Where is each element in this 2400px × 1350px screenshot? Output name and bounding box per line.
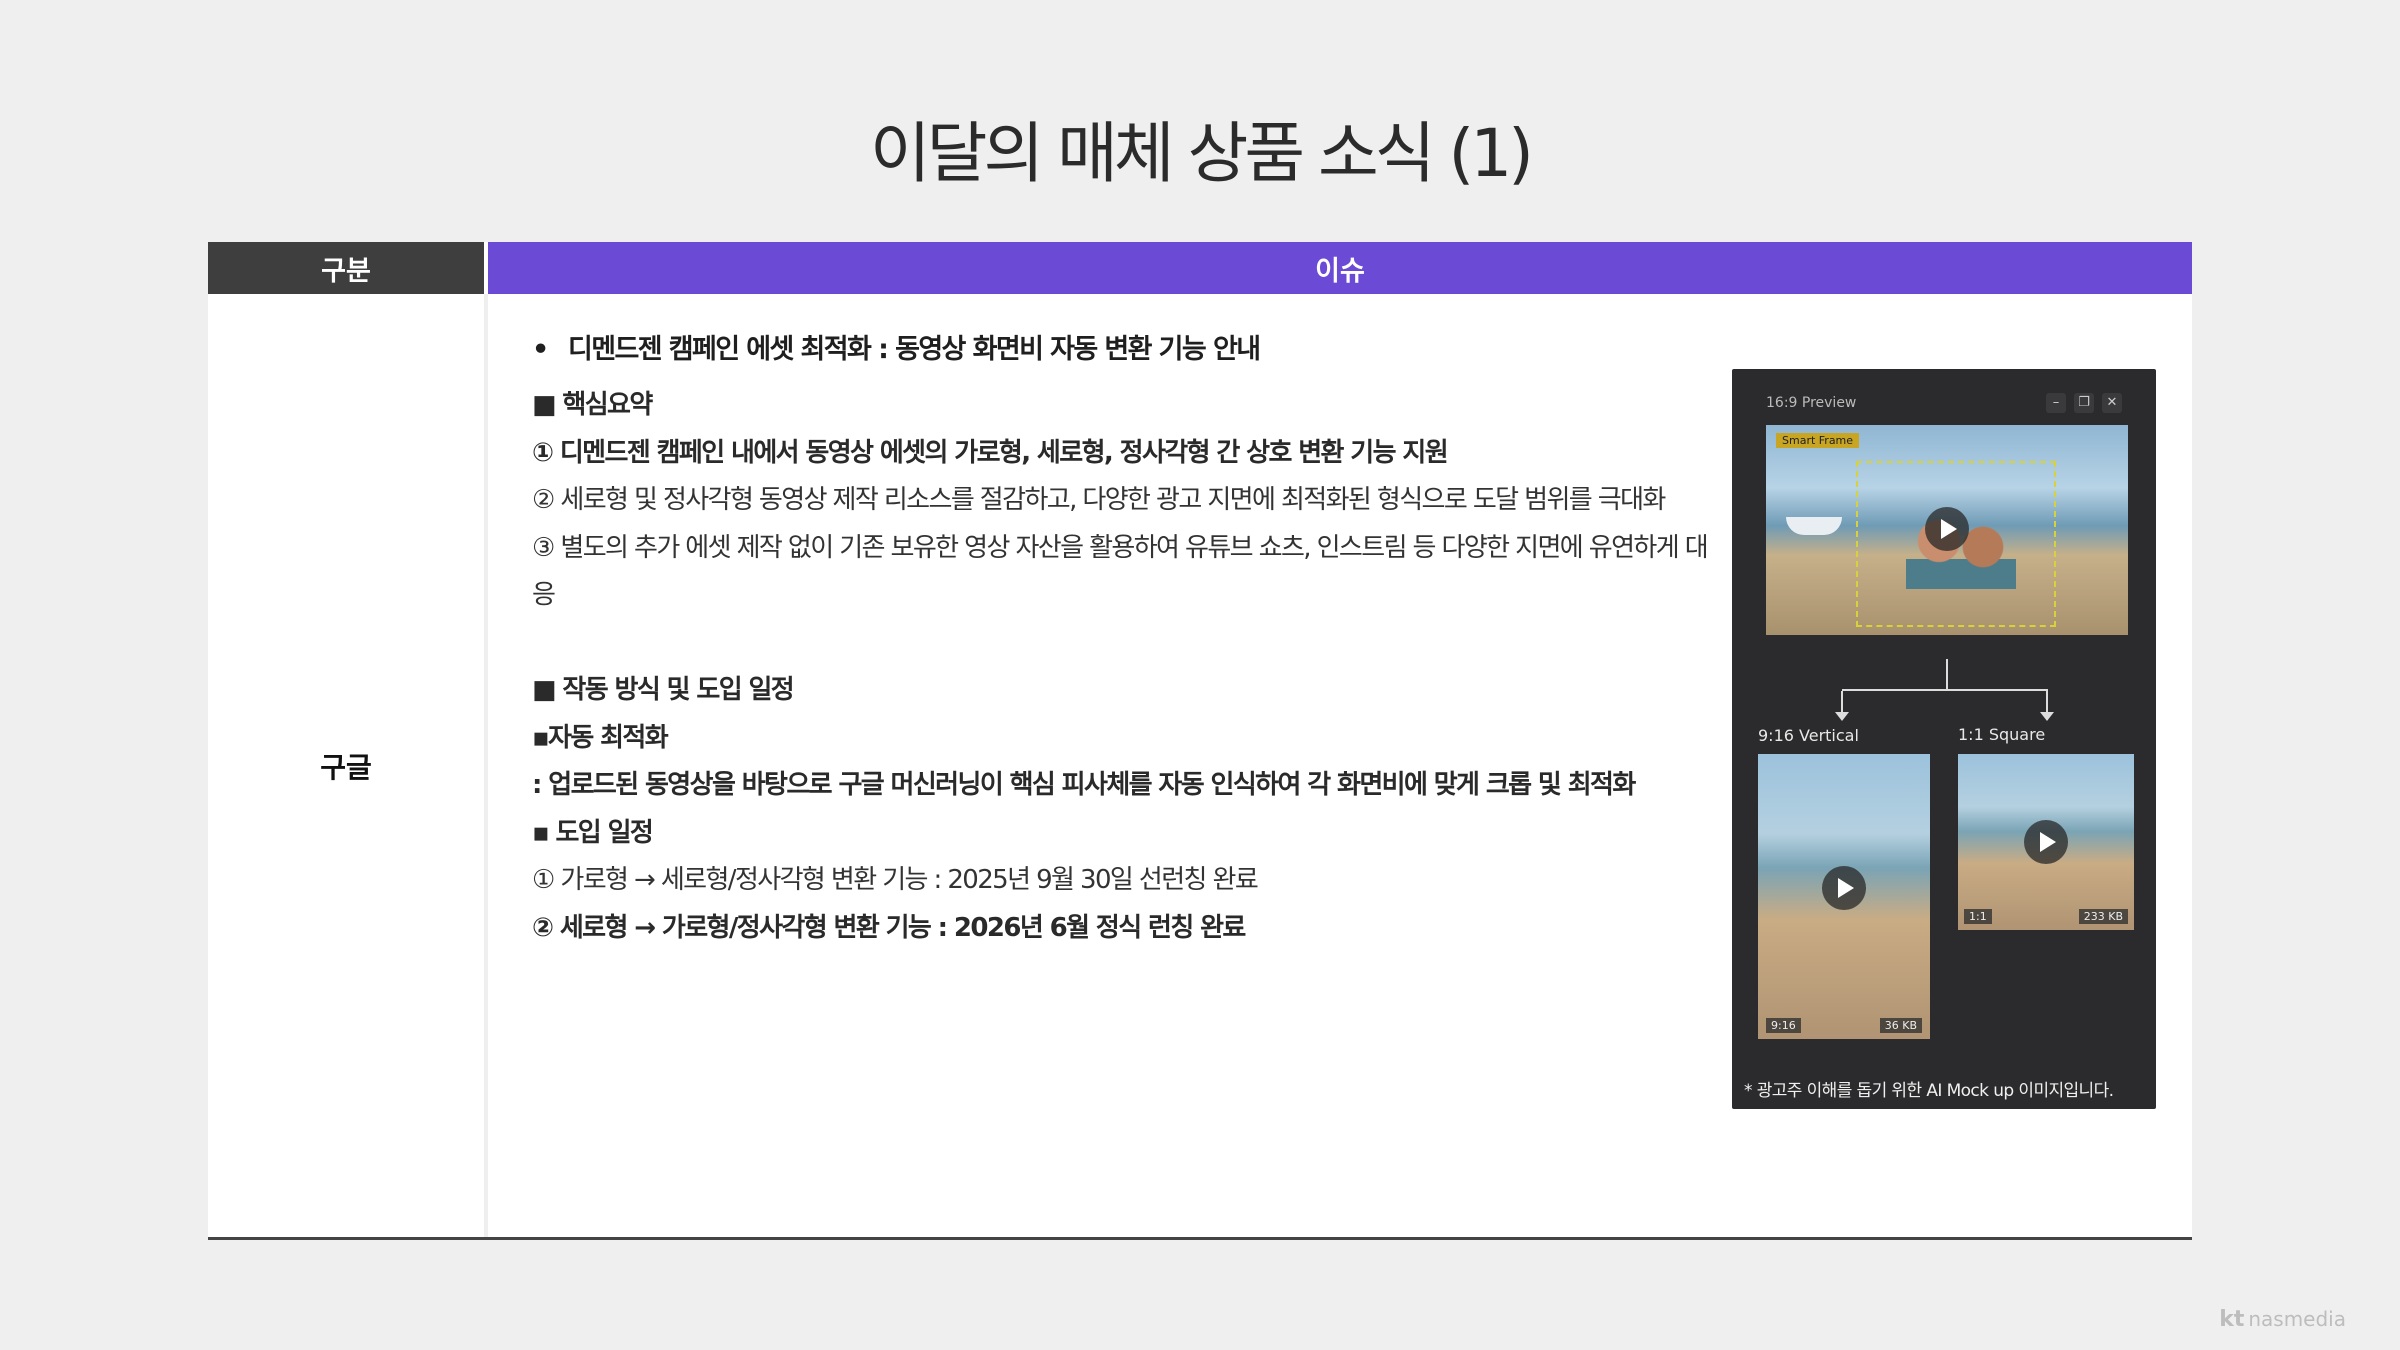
column-divider (484, 294, 488, 1237)
preview-16-9: Smart Frame (1766, 425, 2128, 635)
size-tag: 233 KB (2078, 909, 2128, 924)
arrow-down-icon (2040, 691, 2054, 721)
slide: 이달의 매체 상품 소식 (1) 구분 이슈 구글 • 디멘드젠 캠페인 에셋 최… (0, 0, 2400, 1350)
table-bottom-border (208, 1237, 2192, 1240)
square-label: 1:1 Square (1958, 725, 2046, 744)
header-category: 구분 (208, 242, 484, 294)
vertical-preview: 9:16 36 KB (1758, 754, 1930, 1039)
page-title: 이달의 매체 상품 소식 (1) (870, 115, 1534, 192)
play-icon (1925, 507, 1969, 551)
bullet-text: 디멘드젠 캠페인 에셋 최적화 : 동영상 화면비 자동 변환 기능 안내 (568, 334, 1261, 365)
schedule-line-2: ② 세로형 → 가로형/정사각형 변환 기능 : 2026년 6월 정식 런칭 … (532, 912, 1246, 943)
category-cell: 구글 (320, 750, 372, 784)
logo-kt: kt (2219, 1307, 2245, 1332)
logo-text: nasmedia (2248, 1307, 2346, 1331)
auto-optimize-desc: : 업로드된 동영상을 바탕으로 구글 머신러닝이 핵심 피사체를 자동 인식하… (532, 770, 1636, 800)
connector-line (1842, 689, 2048, 691)
issue-table: 구분 이슈 구글 • 디멘드젠 캠페인 에셋 최적화 : 동영상 화면비 자동 변… (208, 242, 2192, 1240)
summary-line-2: ② 세로형 및 정사각형 동영상 제작 리소스를 절감하고, 다양한 광고 지면… (532, 485, 1666, 515)
auto-optimize-subtitle: ▪자동 최적화 (532, 722, 669, 753)
minimize-icon: – (2046, 393, 2066, 413)
play-icon (1822, 866, 1866, 910)
vertical-label: 9:16 Vertical (1758, 726, 1859, 745)
arrow-down-icon (1835, 691, 1849, 721)
ai-mockup-image: 16:9 Preview – ❐ ✕ Smart Frame 9:16 Vert… (1732, 369, 2156, 1109)
mockup-note: * 광고주 이해를 돕기 위한 AI Mock up 이미지입니다. (1744, 1081, 2114, 1101)
bullet-dot-icon: • (532, 334, 549, 365)
ratio-tag: 9:16 (1766, 1018, 1801, 1033)
square-preview: 1:1 233 KB (1958, 754, 2134, 930)
connector-line (1946, 659, 1948, 689)
size-tag: 36 KB (1879, 1018, 1922, 1033)
boat-shape (1786, 517, 1842, 535)
smart-frame-label: Smart Frame (1776, 433, 1860, 448)
issue-content: • 디멘드젠 캠페인 에셋 최적화 : 동영상 화면비 자동 변환 기능 안내 ■… (532, 326, 1892, 952)
header-issue: 이슈 (488, 242, 2192, 294)
play-icon (2024, 820, 2068, 864)
restore-icon: ❐ (2074, 393, 2094, 413)
summary-line-1: ① 디멘드젠 캠페인 내에서 동영상 에셋의 가로형, 세로형, 정사각형 간 … (532, 437, 1449, 468)
schedule-subtitle: ▪ 도입 일정 (532, 817, 654, 848)
ratio-tag: 1:1 (1964, 909, 1992, 924)
close-icon: ✕ (2102, 393, 2122, 413)
summary-line-3: ③ 별도의 추가 에셋 제작 없이 기존 보유한 영상 자산을 활용하여 유튜브… (532, 532, 1709, 563)
summary-line-3-cont: 응 (532, 580, 556, 610)
section-summary-title: ■ 핵심요약 (532, 390, 653, 420)
bullet-headline: • 디멘드젠 캠페인 에셋 최적화 : 동영상 화면비 자동 변환 기능 안내 (532, 326, 1892, 374)
preview-title: 16:9 Preview (1766, 395, 1857, 411)
kt-nasmedia-logo: kt nasmedia (2219, 1307, 2346, 1332)
section-method-title: ■ 작동 방식 및 도입 일정 (532, 675, 795, 705)
schedule-line-1: ① 가로형 → 세로형/정사각형 변환 기능 : 2025년 9월 30일 선런… (532, 865, 1259, 895)
